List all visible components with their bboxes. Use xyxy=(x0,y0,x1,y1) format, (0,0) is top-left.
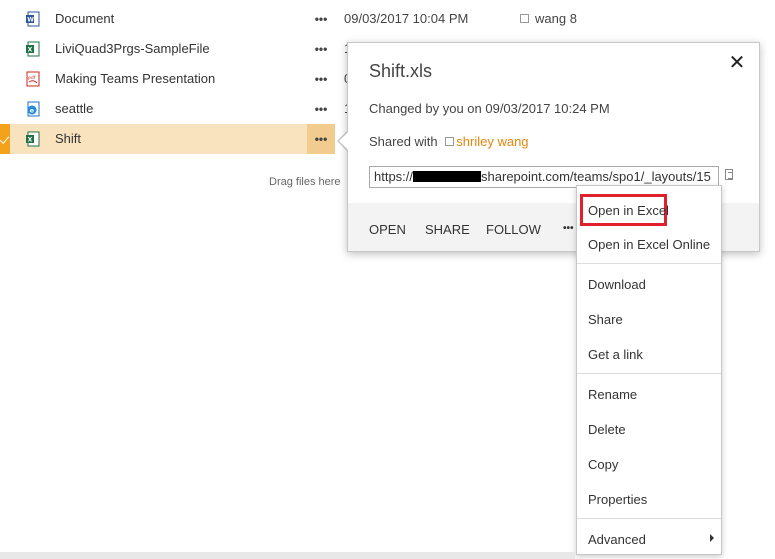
list-item[interactable]: W Document ••• 09/03/2017 10:04 PM wang … xyxy=(0,4,775,34)
url-prefix: https:// xyxy=(374,169,414,184)
file-name[interactable]: LiviQuad3Prgs-SampleFile xyxy=(55,41,210,56)
menu-divider xyxy=(577,373,721,374)
bottom-strip xyxy=(0,552,575,559)
more-options-button[interactable]: ••• xyxy=(307,34,335,64)
redacted-text xyxy=(413,171,482,182)
file-name[interactable]: seattle xyxy=(55,101,93,116)
pdf-file-icon: pdf xyxy=(26,71,40,87)
file-modified-by: wang 8 xyxy=(520,11,577,26)
list-item-selected[interactable]: X Shift ••• xyxy=(0,124,335,154)
menu-divider xyxy=(577,263,721,264)
copy-url-icon[interactable] xyxy=(725,169,733,180)
svg-text:e: e xyxy=(30,107,35,115)
more-options-button[interactable]: ••• xyxy=(307,4,335,34)
svg-text:W: W xyxy=(27,17,34,24)
callout-pointer-fill xyxy=(339,131,349,151)
menu-item-open-in-excel[interactable]: Open in Excel xyxy=(588,203,669,218)
excel-file-icon: X xyxy=(26,131,40,147)
menu-item-download[interactable]: Download xyxy=(588,277,646,292)
modified-by-name[interactable]: wang 8 xyxy=(535,11,577,26)
share-action[interactable]: SHARE xyxy=(425,222,470,237)
row-checkbox[interactable] xyxy=(0,94,10,124)
drag-files-hint: Drag files here xyxy=(269,176,341,188)
shared-with-label: Shared with xyxy=(369,134,438,149)
row-checkbox[interactable] xyxy=(0,64,10,94)
more-options-button[interactable]: ••• xyxy=(307,124,335,154)
excel-file-icon: X xyxy=(26,41,40,57)
menu-item-advanced[interactable]: Advanced xyxy=(588,532,646,547)
internet-explorer-file-icon: e xyxy=(27,101,40,117)
svg-text:X: X xyxy=(28,47,33,54)
menu-item-open-in-excel-online[interactable]: Open in Excel Online xyxy=(588,237,710,252)
row-checkbox[interactable] xyxy=(0,4,10,34)
menu-item-properties[interactable]: Properties xyxy=(588,492,647,507)
url-suffix: sharepoint.com/teams/spo1/_layouts/15 xyxy=(481,169,711,184)
menu-item-rename[interactable]: Rename xyxy=(588,387,637,402)
follow-action[interactable]: FOLLOW xyxy=(486,222,541,237)
menu-item-get-link[interactable]: Get a link xyxy=(588,347,643,362)
more-options-button[interactable]: ••• xyxy=(307,94,335,124)
svg-text:pdf: pdf xyxy=(28,75,36,81)
callout-title: Shift.xls xyxy=(369,61,433,81)
file-name[interactable]: Shift xyxy=(55,131,81,146)
menu-item-share[interactable]: Share xyxy=(588,312,623,327)
more-actions-button[interactable]: ••• xyxy=(563,223,574,234)
callout-shared-with: Shared with shriley wang xyxy=(369,134,529,149)
menu-item-copy[interactable]: Copy xyxy=(588,457,618,472)
word-file-icon: W xyxy=(26,11,40,27)
svg-text:X: X xyxy=(28,137,33,144)
submenu-arrow-icon xyxy=(710,534,714,542)
presence-icon xyxy=(520,14,529,23)
callout-changed-info: Changed by you on 09/03/2017 10:24 PM xyxy=(369,101,610,116)
shared-user-link[interactable]: shriley wang xyxy=(456,134,528,149)
row-checkbox-checked[interactable] xyxy=(0,124,10,154)
menu-divider xyxy=(577,518,721,519)
file-name[interactable]: Making Teams Presentation xyxy=(55,71,215,86)
menu-item-delete[interactable]: Delete xyxy=(588,422,626,437)
file-modified-date: 09/03/2017 10:04 PM xyxy=(344,11,469,26)
open-action[interactable]: OPEN xyxy=(369,222,406,237)
more-options-button[interactable]: ••• xyxy=(307,64,335,94)
presence-icon xyxy=(445,137,455,146)
context-menu: Open in Excel Open in Excel Online Downl… xyxy=(576,185,722,555)
row-checkbox[interactable] xyxy=(0,34,10,64)
file-name[interactable]: Document xyxy=(55,11,114,26)
close-icon[interactable]: ✕ xyxy=(727,53,747,73)
